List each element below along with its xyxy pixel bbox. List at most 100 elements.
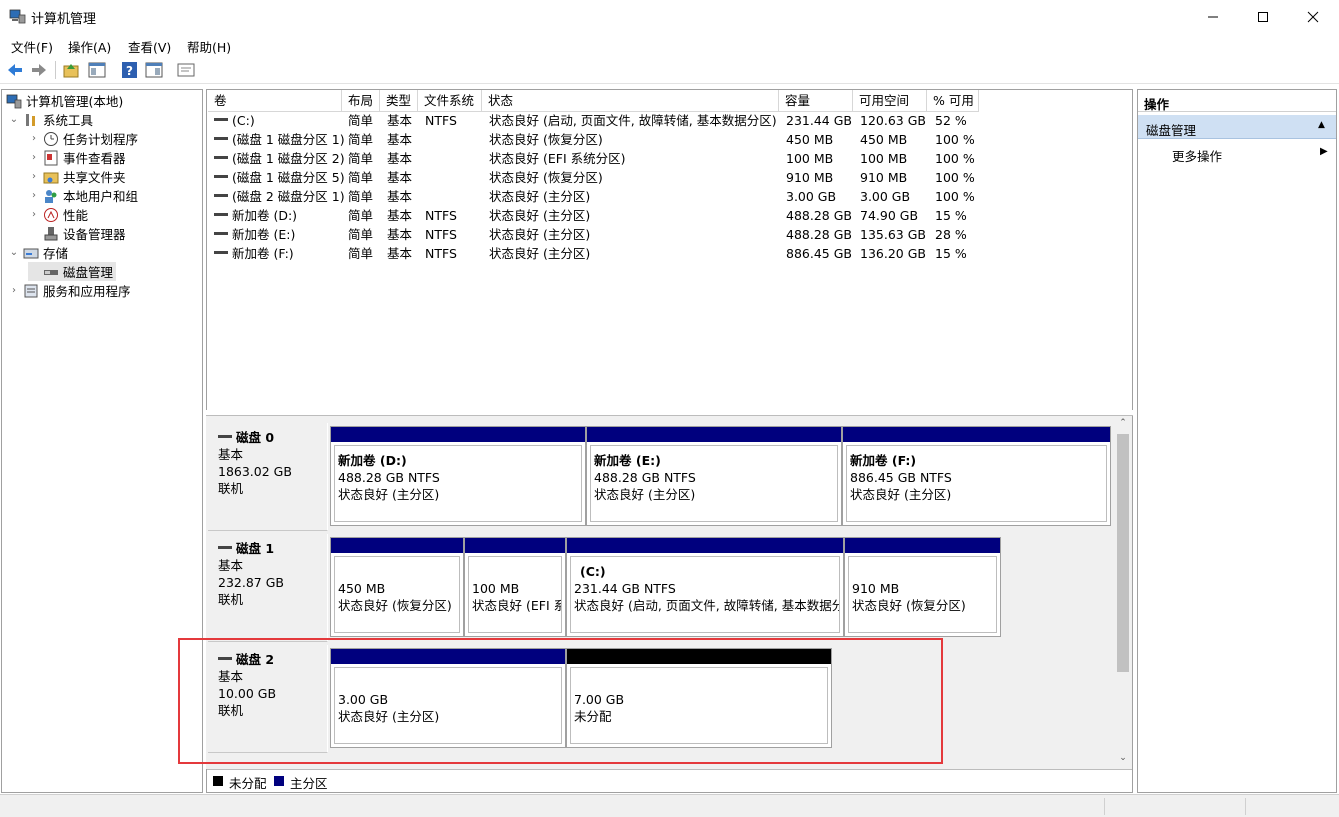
partition-c[interactable]: (C:) 231.44 GB NTFS 状态良好 (启动, 页面文件, 故障转储, … [566, 537, 844, 637]
partition-color-bar [465, 538, 565, 553]
cell-capacity: 488.28 GB [786, 225, 852, 244]
partition-color-bar [843, 427, 1110, 442]
cell-text: 新加卷 (F:) [232, 246, 294, 261]
table-row[interactable] [207, 130, 1131, 149]
cell-free-space: 136.20 GB [860, 244, 926, 263]
column-percent-free[interactable]: % 可用 [927, 90, 979, 112]
chevron-right-icon[interactable]: › [28, 152, 40, 163]
cell-capacity: 450 MB [786, 130, 833, 149]
disk-1-info[interactable]: 磁盘 1 基本 232.87 GB 联机 [208, 534, 328, 642]
column-filesystem[interactable]: 文件系统 [418, 90, 482, 112]
chevron-down-icon[interactable]: ⌄ [8, 247, 20, 258]
show-hide-tree-icon[interactable] [88, 61, 106, 79]
tree-label: 计算机管理(本地) [26, 94, 124, 109]
tree-item-shared-folders[interactable]: › 共享文件夹 [28, 167, 126, 186]
cell-type: 基本 [387, 187, 412, 206]
table-row[interactable] [207, 206, 1131, 225]
partition-disk1-recovery-2[interactable]: 910 MB 状态良好 (恢复分区) [844, 537, 1001, 637]
scroll-down-icon[interactable]: ⌄ [1116, 753, 1130, 765]
disk-icon [218, 546, 232, 549]
back-icon[interactable] [6, 61, 24, 79]
cell-type: 基本 [387, 244, 412, 263]
column-type[interactable]: 类型 [380, 90, 418, 112]
column-volume[interactable]: 卷 [208, 90, 342, 112]
column-capacity[interactable]: 容量 [779, 90, 853, 112]
tree-item-services-apps[interactable]: › 服务和应用程序 [8, 281, 131, 300]
menu-view[interactable]: 查看(V) [128, 37, 171, 56]
tree-item-event-viewer[interactable]: › 事件查看器 [28, 148, 126, 167]
table-row[interactable] [207, 225, 1131, 244]
partition-e[interactable]: 新加卷 (E:) 488.28 GB NTFS 状态良好 (主分区) [586, 426, 842, 526]
users-icon [43, 188, 59, 204]
tree-item-computer-management[interactable]: 计算机管理(本地) [4, 91, 123, 110]
collapse-up-icon[interactable]: ▲ [1318, 120, 1325, 130]
chevron-right-icon[interactable]: › [28, 190, 40, 201]
section-label: 磁盘管理 [1146, 123, 1197, 138]
table-row[interactable] [207, 168, 1131, 187]
cell-percent-free: 100 % [935, 130, 975, 149]
cell-text: 简单 [348, 170, 374, 185]
scrollbar-thumb[interactable] [1117, 434, 1129, 672]
table-row[interactable] [207, 244, 1131, 263]
partition-disk1-recovery[interactable]: 450 MB 状态良好 (恢复分区) [330, 537, 464, 637]
tree-item-local-users[interactable]: › 本地用户和组 [28, 186, 138, 205]
column-status[interactable]: 状态 [482, 90, 779, 112]
cell-free-space: 135.63 GB [860, 225, 926, 244]
partition-d[interactable]: 新加卷 (D:) 488.28 GB NTFS 状态良好 (主分区) [330, 426, 586, 526]
tree-item-disk-management[interactable]: 磁盘管理 [28, 262, 117, 281]
disk-name: 磁盘 0 [236, 430, 275, 445]
partition-f[interactable]: 新加卷 (F:) 886.45 GB NTFS 状态良好 (主分区) [842, 426, 1111, 526]
maximize-icon [1258, 11, 1268, 22]
menu-file[interactable]: 文件(F) [11, 37, 53, 56]
column-free-space[interactable]: 可用空间 [853, 90, 927, 112]
event-log-icon [43, 150, 59, 166]
partition-disk1-efi[interactable]: 100 MB 状态良好 (EFI 系 [464, 537, 566, 637]
show-hide-action-pane-icon[interactable] [145, 61, 163, 79]
forward-icon[interactable] [30, 61, 48, 79]
chevron-right-icon[interactable]: › [8, 285, 20, 296]
cell-status: 状态良好 (主分区) [489, 244, 590, 263]
tree-item-performance[interactable]: › 性能 [28, 205, 88, 224]
properties-icon[interactable] [177, 61, 195, 79]
cell-text: NTFS [425, 113, 457, 128]
column-layout[interactable]: 布局 [342, 90, 380, 112]
actions-section-disk-management[interactable]: 磁盘管理 ▲ [1138, 115, 1336, 139]
cell-text: 状态良好 (主分区) [489, 208, 591, 223]
chevron-right-icon[interactable]: › [28, 171, 40, 182]
status-bar [0, 794, 1339, 817]
cell-capacity: 3.00 GB [786, 187, 836, 206]
table-row[interactable] [207, 149, 1131, 168]
menu-help[interactable]: 帮助(H) [187, 37, 231, 56]
partition-status: 状态良好 (主分区) [594, 487, 696, 502]
cell-type: 基本 [387, 168, 412, 187]
chevron-right-icon[interactable]: › [28, 133, 40, 144]
menu-action[interactable]: 操作(A) [68, 37, 111, 56]
chevron-down-icon[interactable]: ⌄ [8, 114, 20, 125]
close-button[interactable] [1290, 0, 1336, 33]
cell-layout: 简单 [348, 244, 373, 263]
cell-free-space: 74.90 GB [860, 206, 918, 225]
table-row[interactable] [207, 187, 1131, 206]
tree-item-system-tools[interactable]: ⌄ 系统工具 [8, 110, 93, 129]
cell-text: 基本 [387, 189, 413, 204]
toolbar [0, 57, 1339, 84]
partition-size: 910 MB [852, 581, 900, 596]
tree-item-task-scheduler[interactable]: › 任务计划程序 [28, 129, 138, 148]
cell-layout: 简单 [348, 206, 373, 225]
cell-layout: 简单 [348, 149, 373, 168]
help-icon[interactable]: ? [121, 61, 139, 79]
cell-text: 136.20 GB [860, 246, 926, 261]
chevron-right-icon[interactable]: › [28, 209, 40, 220]
up-folder-icon[interactable] [62, 61, 80, 79]
cell-status: 状态良好 (恢复分区) [489, 168, 603, 187]
cell-text: 状态良好 (EFI 系统分区) [489, 151, 626, 166]
more-actions-item[interactable]: 更多操作 ▶ [1138, 142, 1336, 164]
maximize-button[interactable] [1240, 0, 1286, 33]
tree-item-storage[interactable]: ⌄ 存储 [8, 243, 68, 262]
tree-item-device-manager[interactable]: 设备管理器 [28, 224, 126, 243]
scroll-up-icon[interactable]: ⌃ [1116, 418, 1130, 430]
disk-map-scrollbar[interactable]: ⌃ ⌄ [1114, 416, 1132, 769]
disk-0-info[interactable]: 磁盘 0 基本 1863.02 GB 联机 [208, 423, 328, 531]
minimize-button[interactable] [1190, 0, 1236, 33]
cell-text: 状态良好 (主分区) [489, 246, 591, 261]
